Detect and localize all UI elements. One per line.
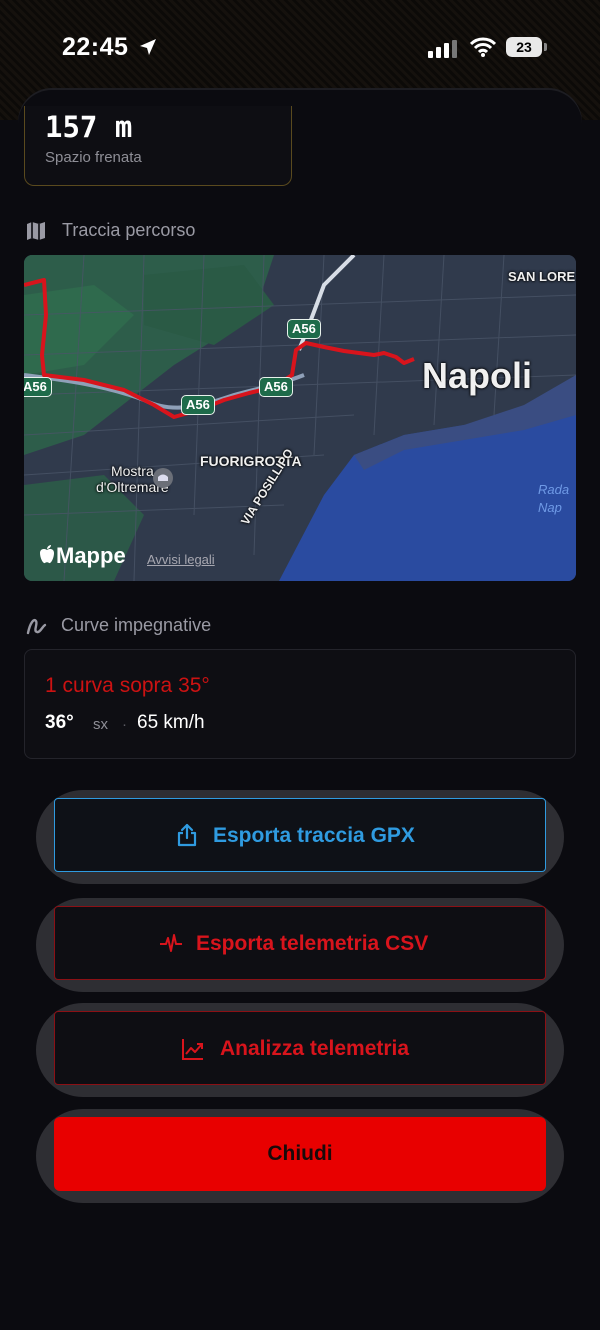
highway-shield: A56 <box>259 377 293 397</box>
braking-distance-value: 157 m <box>45 110 133 144</box>
export-gpx-button[interactable]: Esporta traccia GPX <box>54 798 546 872</box>
wifi-icon <box>470 37 496 57</box>
close-button-container: Chiudi <box>36 1109 564 1203</box>
map-bay-label: Rada Nap <box>538 482 570 515</box>
braking-distance-label: Spazio frenata <box>45 149 142 166</box>
gpx-button-container: Esporta traccia GPX <box>36 790 564 884</box>
export-csv-label: Esporta telemetria CSV <box>196 932 429 955</box>
status-bar: 22:45 23 <box>0 0 600 96</box>
map-canvas <box>24 255 576 581</box>
curve-separator: · <box>122 716 127 733</box>
export-gpx-label: Esporta traccia GPX <box>213 824 415 847</box>
location-arrow-icon <box>140 39 156 55</box>
poi-pin-icon <box>153 468 173 488</box>
csv-button-container: Esporta telemetria CSV <box>36 898 564 992</box>
analyze-button-container: Analizza telemetria <box>36 1003 564 1097</box>
apple-logo-icon <box>40 545 54 564</box>
curve-speed: 65 km/h <box>137 712 205 733</box>
curves-section-title: Curve impegnative <box>61 615 212 635</box>
curves-card: 1 curva sopra 35° 36° sx · 65 km/h <box>24 649 576 759</box>
map-corner-label: SAN LORE <box>508 269 576 284</box>
curves-headline: 1 curva sopra 35° <box>45 674 210 697</box>
highway-shield: A56 <box>287 319 321 339</box>
curve-icon <box>26 619 47 635</box>
map-city-label: Napoli <box>422 355 533 396</box>
battery-indicator: 23 <box>506 37 548 59</box>
signal-icon <box>428 40 457 58</box>
waveform-icon <box>160 934 182 952</box>
curve-direction: sx <box>93 716 108 733</box>
map-attribution: Mappe <box>56 543 126 568</box>
share-icon <box>177 823 197 847</box>
chart-line-icon <box>182 1039 203 1060</box>
highway-shield: A56 <box>24 377 52 397</box>
route-map[interactable]: A56 A56 A56 A56 Napoli FUORIGROTTA SAN L… <box>24 255 576 581</box>
route-section-title: Traccia percorso <box>62 220 196 240</box>
analyze-telemetry-label: Analizza telemetria <box>220 1037 410 1060</box>
curve-angle: 36° <box>45 712 74 733</box>
highway-shield: A56 <box>181 395 215 415</box>
export-csv-button[interactable]: Esporta telemetria CSV <box>54 906 546 980</box>
map-icon <box>27 222 45 240</box>
battery-level: 23 <box>506 37 542 57</box>
analyze-telemetry-button[interactable]: Analizza telemetria <box>54 1011 546 1085</box>
legal-link[interactable]: Avvisi legali <box>147 552 215 567</box>
close-label: Chiudi <box>267 1142 333 1165</box>
braking-distance-card: 157 m Spazio frenata <box>24 106 292 186</box>
status-time: 22:45 <box>62 33 129 61</box>
close-button[interactable]: Chiudi <box>54 1117 546 1191</box>
